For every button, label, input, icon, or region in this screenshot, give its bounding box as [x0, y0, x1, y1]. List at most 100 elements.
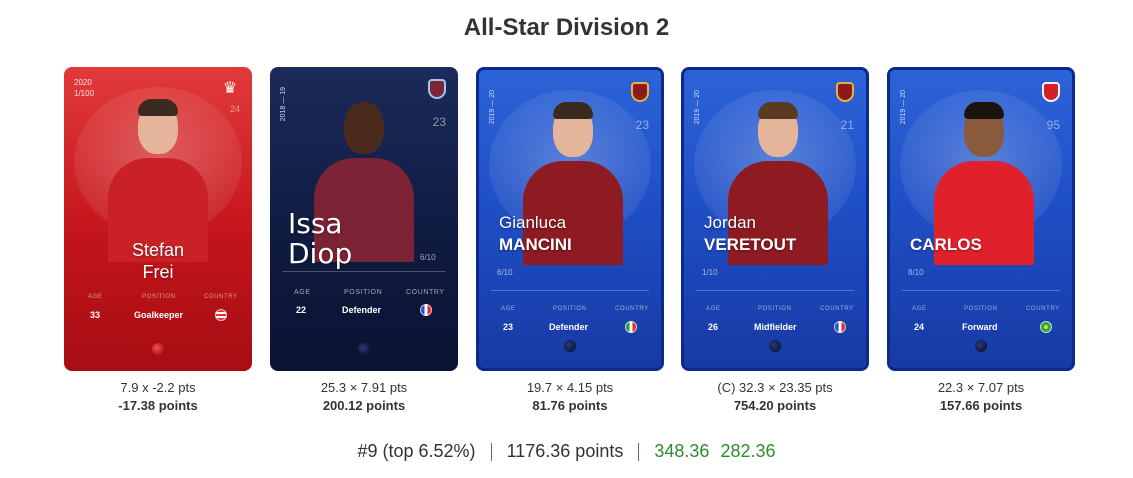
- us-flag-icon: [215, 309, 227, 321]
- player-card-gianluca-mancini[interactable]: 2019 — 20 23 Gianluca MANCINI 6/10 AGE P…: [476, 67, 664, 371]
- player-last-name: CARLOS: [910, 235, 982, 254]
- card-token-icon: [975, 340, 987, 352]
- position-value: Defender: [342, 305, 382, 315]
- france-flag-icon: [420, 304, 432, 316]
- points-gap-1: 348.36: [654, 441, 710, 461]
- player-photo: [108, 99, 208, 262]
- player-hair: [553, 102, 593, 119]
- card-count: 6/10: [497, 268, 513, 277]
- age-value: 33: [90, 310, 101, 320]
- card-divider: [282, 271, 446, 272]
- card-score: 19.7 × 4.15 pts 81.76 points: [476, 379, 664, 415]
- player-card-stefan-frei[interactable]: 2020 1/100 ♛ 24 Stefan Frei AGE POSITION…: [64, 67, 252, 371]
- card-season: 2019 — 20: [900, 90, 907, 125]
- card-divider: [491, 290, 649, 291]
- country-label: COUNTRY: [406, 289, 445, 296]
- player-last-name: MANCINI: [499, 235, 572, 254]
- position-label: POSITION: [553, 306, 587, 312]
- age-label: AGE: [501, 306, 516, 312]
- player-name: Issa Diop: [288, 209, 352, 269]
- player-first-name: Gianluca: [499, 213, 567, 232]
- separator: [490, 443, 492, 462]
- lineup: 2020 1/100 ♛ 24 Stefan Frei AGE POSITION…: [0, 0, 1133, 478]
- age-value: 23: [503, 322, 514, 332]
- score-multiplier: 25.3 × 7.91 pts: [320, 380, 408, 395]
- italy-flag-icon: [625, 321, 637, 333]
- player-name: Gianluca MANCINI: [499, 212, 572, 256]
- benfica-crest-icon: [1042, 82, 1060, 102]
- jersey-number: 23: [432, 115, 446, 129]
- score-multiplier: 22.3 × 7.07 pts: [937, 380, 1025, 395]
- age-value: 26: [708, 322, 719, 332]
- card-serial: 1/100: [74, 89, 95, 98]
- card-edition: 2020 1/100: [74, 77, 94, 99]
- player-first-name: [910, 212, 982, 234]
- card-token-icon: [358, 343, 370, 355]
- card-token-icon: [564, 340, 576, 352]
- position-label: POSITION: [964, 306, 998, 312]
- player-first-name: Issa: [288, 207, 343, 240]
- card-score: 7.9 x -2.2 pts -17.38 points: [64, 379, 252, 415]
- player-name: Stefan Frei: [64, 239, 252, 283]
- score-multiplier: 32.3 × 23.35 pts: [739, 380, 833, 395]
- roma-crest-icon: [631, 82, 649, 102]
- player-card-issa-diop[interactable]: 2018 — 19 23 Issa Diop 6/10 AGE POSITION…: [270, 67, 458, 371]
- country-label: COUNTRY: [615, 306, 649, 312]
- player-last-name: Diop: [288, 237, 353, 270]
- card-count: 8/10: [908, 268, 924, 277]
- player-name: Jordan VERETOUT: [704, 212, 796, 256]
- card-score: 25.3 × 7.91 pts 200.12 points: [270, 379, 458, 415]
- player-hair: [964, 102, 1004, 119]
- score-total: 81.76 points: [532, 398, 608, 413]
- country-label: COUNTRY: [1026, 306, 1060, 312]
- rank-text: #9 (top 6.52%): [357, 441, 476, 461]
- jersey-number: 23: [635, 118, 649, 132]
- points-gap-2: 282.36: [720, 441, 776, 461]
- position-value: Midfielder: [754, 322, 797, 332]
- player-head: [344, 102, 384, 154]
- total-points: 1176.36 points: [506, 441, 624, 461]
- age-label: AGE: [294, 289, 311, 296]
- score-total: 157.66 points: [939, 398, 1023, 413]
- score-multiplier: 7.9 x -2.2 pts: [120, 380, 196, 395]
- card-divider: [696, 290, 854, 291]
- age-value: 24: [914, 322, 925, 332]
- card-score: 22.3 × 7.07 pts 157.66 points: [887, 379, 1075, 415]
- score-total: 200.12 points: [322, 398, 406, 413]
- player-name: CARLOS: [910, 212, 982, 256]
- score-multiplier-line: (C) 32.3 × 23.35 pts: [681, 379, 869, 397]
- age-label: AGE: [88, 294, 103, 300]
- lineup-summary: #9 (top 6.52%) 1176.36 points 348.36 282…: [0, 441, 1133, 462]
- card-season: 2019 — 20: [489, 90, 496, 125]
- card-divider: [902, 290, 1060, 291]
- card-token-icon: [769, 340, 781, 352]
- separator: [638, 443, 640, 462]
- crown-icon: ♛: [222, 80, 238, 97]
- card-count: 6/10: [420, 253, 436, 262]
- country-label: COUNTRY: [204, 294, 238, 300]
- position-value: Defender: [549, 322, 589, 332]
- position-value: Forward: [962, 322, 998, 332]
- score-total: 754.20 points: [733, 398, 817, 413]
- jersey-number: 24: [229, 104, 240, 114]
- france-flag-icon: [834, 321, 846, 333]
- card-score: (C) 32.3 × 23.35 pts 754.20 points: [681, 379, 869, 415]
- player-first-name: Jordan: [704, 213, 756, 232]
- card-year: 2020: [74, 78, 92, 87]
- age-value: 22: [296, 305, 307, 315]
- position-value: Goalkeeper: [134, 310, 184, 320]
- score-multiplier: 19.7 × 4.15 pts: [526, 380, 614, 395]
- player-card-carlos[interactable]: 2019 — 20 95 CARLOS 8/10 AGE POSITION CO…: [887, 67, 1075, 371]
- player-first-name: Stefan: [131, 240, 185, 260]
- player-card-jordan-veretout[interactable]: 2019 — 20 21 Jordan VERETOUT 1/10 AGE PO…: [681, 67, 869, 371]
- position-label: POSITION: [344, 289, 383, 296]
- player-last-name: VERETOUT: [704, 235, 797, 254]
- card-season: 2018 — 19: [280, 87, 287, 122]
- score-total: -17.38 points: [118, 398, 198, 413]
- player-last-name: Frei: [142, 262, 174, 282]
- country-label: COUNTRY: [820, 306, 854, 312]
- west-ham-crest-icon: [428, 79, 446, 99]
- position-label: POSITION: [758, 306, 792, 312]
- player-hair: [758, 102, 798, 119]
- age-label: AGE: [706, 306, 721, 312]
